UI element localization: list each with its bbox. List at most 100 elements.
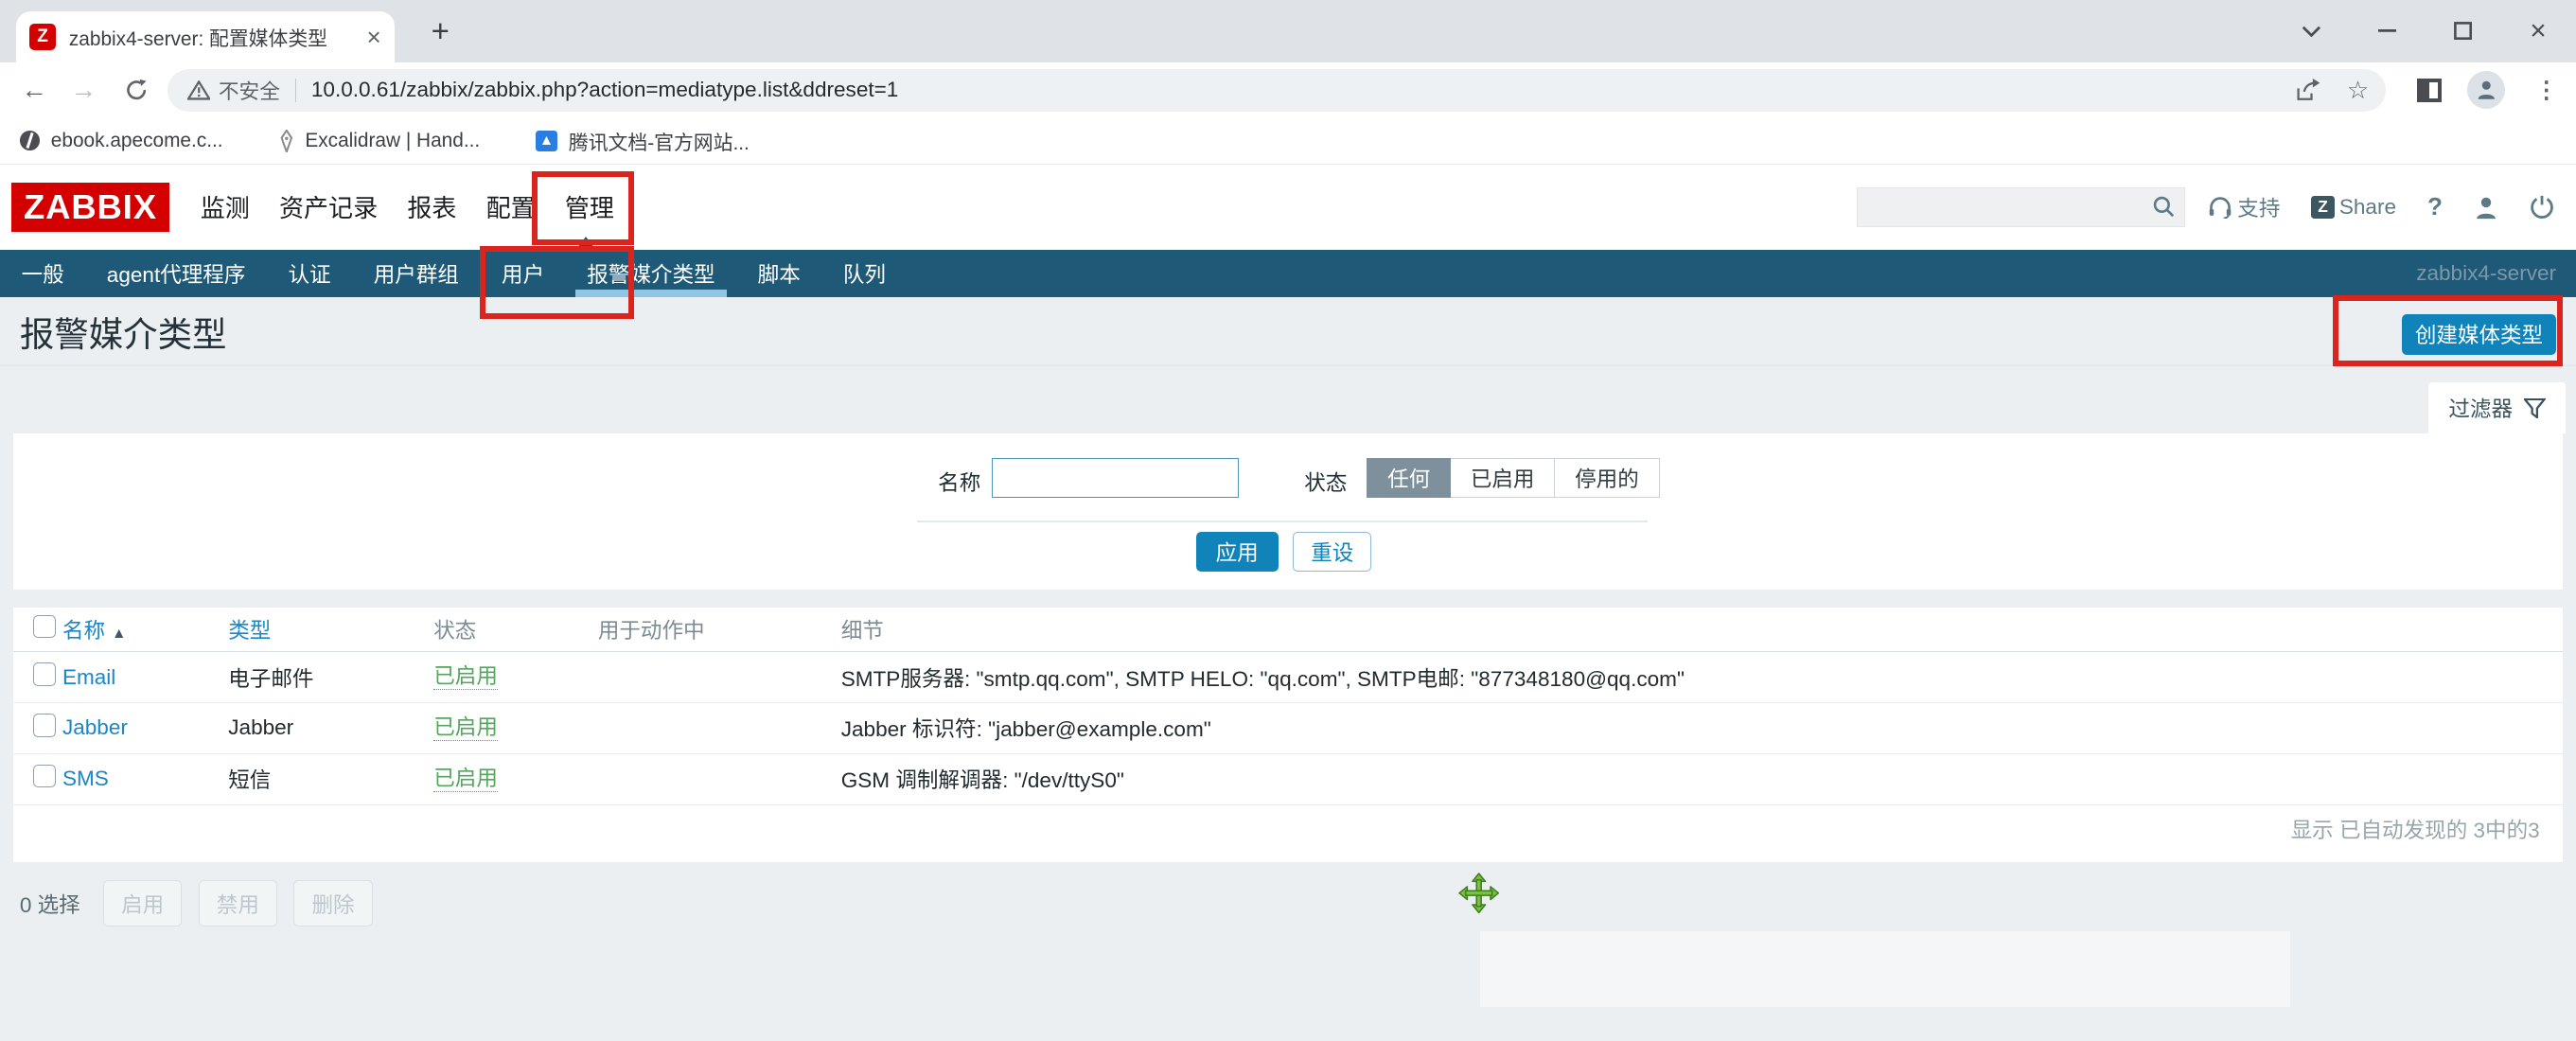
browser-tab[interactable]: Z zabbix4-server: 配置媒体类型 ×: [16, 11, 394, 62]
headset-icon: [2208, 196, 2232, 219]
reload-icon[interactable]: [115, 62, 158, 118]
forward-icon[interactable]: →: [62, 62, 105, 118]
bookmark-label: ebook.apecome.c...: [51, 130, 223, 152]
filter-toggle-tab[interactable]: 过滤器: [2428, 382, 2567, 433]
pen-icon: [279, 130, 294, 152]
page-title: 报警媒介类型: [20, 308, 227, 357]
share-icon[interactable]: [2296, 79, 2320, 101]
admin-subnav: 一般 agent代理程序 认证 用户群组 用户 报警媒介类型 脚本 队列 zab…: [0, 250, 2576, 297]
server-name: zabbix4-server: [2416, 250, 2556, 297]
annotation-box-admin-menu: [532, 171, 634, 245]
disable-button[interactable]: 禁用: [199, 880, 277, 926]
filter-label: 过滤器: [2448, 393, 2513, 423]
media-types-table: 名称▲ 类型 状态 用于动作中 细节 Email 电子邮件 已启用 SMTP服务…: [13, 608, 2563, 862]
faint-highlight-rect: [1480, 931, 2290, 1007]
status-enabled-link[interactable]: 已启用: [433, 767, 498, 792]
cell-type: Jabber: [228, 715, 433, 740]
row-checkbox[interactable]: [33, 662, 56, 685]
cell-type: 电子邮件: [228, 662, 433, 693]
header-used-in-actions: 用于动作中: [598, 614, 841, 644]
menu-reports[interactable]: 报表: [407, 189, 456, 224]
logout-button[interactable]: [2530, 195, 2554, 220]
support-label: 支持: [2237, 192, 2280, 222]
status-enabled-link[interactable]: 已启用: [433, 715, 498, 741]
profile-button[interactable]: [2474, 195, 2498, 220]
browser-menu-icon[interactable]: ⋮: [2534, 62, 2557, 118]
security-warning-icon: [187, 80, 210, 100]
maximize-button[interactable]: [2425, 0, 2500, 62]
tencent-docs-icon: ▲: [536, 131, 557, 152]
sort-by-name[interactable]: 名称: [62, 619, 105, 643]
subnav-authentication[interactable]: 认证: [267, 250, 352, 297]
window-controls: ×: [2274, 0, 2576, 62]
close-window-button[interactable]: ×: [2500, 0, 2576, 62]
tab-close-icon[interactable]: ×: [367, 23, 381, 52]
global-search-input[interactable]: [1857, 187, 2185, 227]
annotation-box-create-button: [2333, 295, 2563, 366]
share-link[interactable]: Z Share: [2311, 195, 2396, 220]
subnav-scripts[interactable]: 脚本: [736, 250, 821, 297]
media-type-link[interactable]: Email: [62, 665, 115, 689]
cell-details: GSM 调制解调器: "/dev/ttyS0": [841, 764, 2563, 794]
bookmark-star-icon[interactable]: ☆: [2347, 76, 2369, 105]
back-icon[interactable]: ←: [13, 62, 56, 118]
header-status: 状态: [433, 614, 598, 644]
bulk-actions-bar: 0 选择 启用 禁用 删除: [20, 880, 389, 926]
bookmark-item[interactable]: Excalidraw | Hand...: [279, 130, 481, 152]
browser-url-bar: ← → 不安全 10.0.0.61/zabbix/zabbix.php?acti…: [0, 62, 2576, 118]
subnav-queue[interactable]: 队列: [821, 250, 907, 297]
status-filter-label: 状态: [1304, 467, 1347, 497]
status-option-disabled[interactable]: 停用的: [1555, 458, 1659, 498]
share-label: Share: [2339, 195, 2396, 220]
media-type-link[interactable]: Jabber: [62, 715, 128, 739]
search-icon: [2153, 196, 2175, 218]
enable-button[interactable]: 启用: [103, 880, 182, 926]
zabbix-logo[interactable]: ZABBIX: [11, 183, 169, 232]
subnav-general[interactable]: 一般: [0, 250, 85, 297]
filter-panel: 名称 状态 任何 已启用 停用的 应用 重设: [13, 433, 2563, 590]
apply-button[interactable]: 应用: [1196, 532, 1279, 572]
zabbix-share-icon: Z: [2311, 196, 2334, 219]
status-option-any[interactable]: 任何: [1367, 458, 1451, 498]
media-type-link[interactable]: SMS: [62, 767, 109, 790]
zabbix-header: ZABBIX 监测 资产记录 报表 配置 管理 支持 Z Share ?: [0, 165, 2576, 250]
menu-monitoring[interactable]: 监测: [201, 189, 250, 224]
minimize-button[interactable]: [2349, 0, 2425, 62]
support-link[interactable]: 支持: [2208, 192, 2280, 222]
omnibox[interactable]: 不安全 10.0.0.61/zabbix/zabbix.php?action=m…: [168, 69, 2385, 112]
subnav-user-groups[interactable]: 用户群组: [352, 250, 480, 297]
subnav-proxies[interactable]: agent代理程序: [85, 250, 267, 297]
sort-by-type[interactable]: 类型: [228, 619, 271, 643]
annotation-box-media-types-tab: [480, 246, 634, 318]
new-tab-button[interactable]: +: [417, 9, 464, 55]
status-enabled-link[interactable]: 已启用: [433, 664, 498, 690]
browser-tab-bar: Z zabbix4-server: 配置媒体类型 × + ×: [0, 0, 2576, 62]
cell-details: SMTP服务器: "smtp.qq.com", SMTP HELO: "qq.c…: [841, 662, 2563, 693]
name-filter-input[interactable]: [992, 458, 1238, 498]
bookmark-item[interactable]: ▲ 腾讯文档-官方网站...: [536, 127, 750, 155]
table-row-jabber: Jabber Jabber 已启用 Jabber 标识符: "jabber@ex…: [13, 703, 2563, 754]
menu-configuration[interactable]: 配置: [486, 189, 536, 224]
table-header-row: 名称▲ 类型 状态 用于动作中 细节: [13, 608, 2563, 652]
name-filter-label: 名称: [938, 467, 980, 497]
sort-asc-icon: ▲: [112, 626, 126, 642]
status-option-enabled[interactable]: 已启用: [1451, 458, 1555, 498]
delete-button[interactable]: 删除: [293, 880, 372, 926]
row-checkbox[interactable]: [33, 765, 56, 787]
row-checkbox[interactable]: [33, 714, 56, 736]
select-all-checkbox[interactable]: [33, 615, 56, 638]
profile-avatar[interactable]: [2467, 71, 2505, 109]
header-tools: 支持 Z Share ?: [2208, 165, 2554, 250]
bookmark-item[interactable]: ebook.apecome.c...: [20, 130, 223, 152]
tab-search-chevron-icon[interactable]: [2274, 0, 2350, 62]
side-panel-icon[interactable]: [2417, 79, 2442, 101]
bookmark-label: Excalidraw | Hand...: [305, 130, 480, 152]
menu-inventory[interactable]: 资产记录: [279, 189, 378, 224]
reset-button[interactable]: 重设: [1293, 532, 1371, 572]
security-label[interactable]: 不安全: [219, 76, 280, 105]
power-icon: [2530, 195, 2554, 220]
status-segmented-control: 任何 已启用 停用的: [1367, 458, 1659, 498]
user-icon: [2474, 195, 2498, 220]
help-button[interactable]: ?: [2427, 192, 2443, 221]
url-text[interactable]: 10.0.0.61/zabbix/zabbix.php?action=media…: [311, 78, 898, 102]
